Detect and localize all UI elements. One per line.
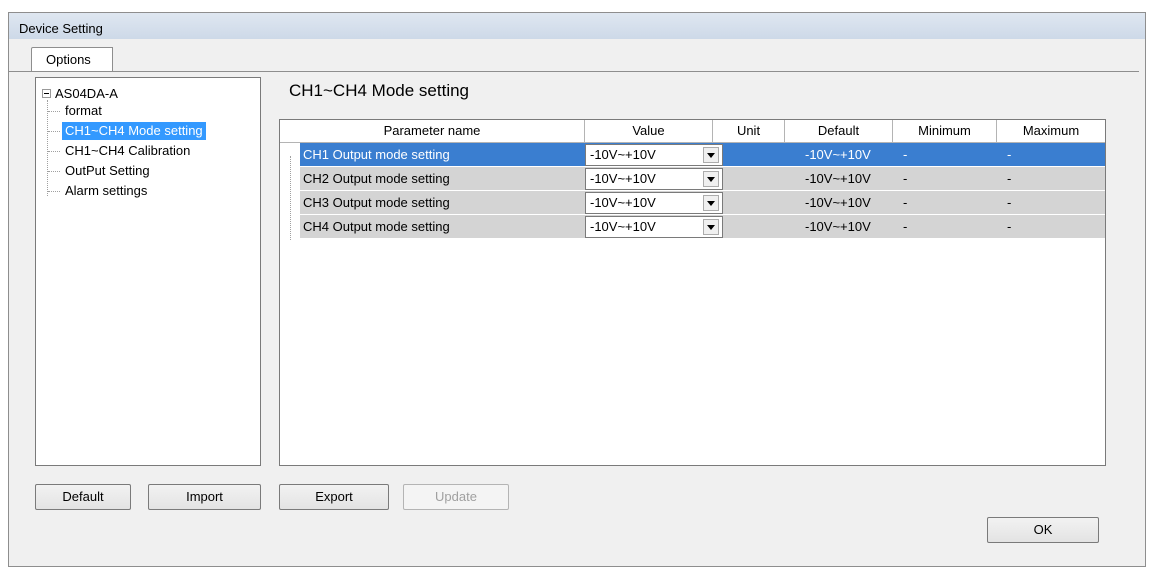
tree-root[interactable]: AS04DA-A <box>42 86 118 101</box>
value-text: -10V~+10V <box>590 147 656 162</box>
default-button[interactable]: Default <box>35 484 131 510</box>
table-row[interactable]: CH1 Output mode setting -10V~+10V -10V~+… <box>300 143 1105 167</box>
tree-item-label: format <box>65 103 102 118</box>
column-header-parameter-name[interactable]: Parameter name <box>280 120 585 142</box>
ok-button[interactable]: OK <box>987 517 1099 543</box>
chevron-down-icon[interactable] <box>703 147 719 163</box>
grid-header: Parameter name Value Unit Default Minimu… <box>280 120 1105 143</box>
tree-item-output-setting[interactable]: OutPut Setting <box>48 162 153 180</box>
default-cell: -10V~+10V <box>805 171 871 186</box>
chevron-down-icon[interactable] <box>703 171 719 187</box>
tree-item-calibration[interactable]: CH1~CH4 Calibration <box>47 142 193 160</box>
tree-item-label: CH1~CH4 Calibration <box>65 143 191 158</box>
tab-options-label: Options <box>46 52 91 67</box>
minimum-cell: - <box>903 147 908 162</box>
column-header-value[interactable]: Value <box>585 120 713 142</box>
value-dropdown[interactable]: -10V~+10V <box>585 168 723 190</box>
maximum-cell: - <box>1007 219 1012 234</box>
chevron-down-icon[interactable] <box>703 195 719 211</box>
export-button[interactable]: Export <box>279 484 389 510</box>
value-text: -10V~+10V <box>590 219 656 234</box>
minimum-cell: - <box>903 195 908 210</box>
column-header-minimum[interactable]: Minimum <box>893 120 997 142</box>
maximum-cell: - <box>1007 195 1012 210</box>
default-cell: -10V~+10V <box>805 195 871 210</box>
param-name-cell: CH1 Output mode setting <box>303 147 450 162</box>
table-row[interactable]: CH3 Output mode setting -10V~+10V -10V~+… <box>300 191 1105 215</box>
tree-item-label: CH1~CH4 Mode setting <box>65 123 203 138</box>
tree-item-label: OutPut Setting <box>65 163 150 178</box>
parameter-grid: Parameter name Value Unit Default Minimu… <box>279 119 1106 466</box>
default-cell: -10V~+10V <box>805 147 871 162</box>
import-button[interactable]: Import <box>148 484 261 510</box>
device-setting-window: Device Setting Options AS04DA-A format C… <box>8 12 1146 567</box>
tree-panel: AS04DA-A format CH1~CH4 Mode setting CH1… <box>35 77 261 466</box>
value-text: -10V~+10V <box>590 171 656 186</box>
maximum-cell: - <box>1007 171 1012 186</box>
tree-item-format[interactable]: format <box>48 102 105 120</box>
value-text: -10V~+10V <box>590 195 656 210</box>
collapse-icon[interactable] <box>42 89 51 98</box>
window-title: Device Setting <box>19 21 103 36</box>
value-dropdown[interactable]: -10V~+10V <box>585 144 723 166</box>
column-header-maximum[interactable]: Maximum <box>997 120 1105 142</box>
param-name-cell: CH4 Output mode setting <box>303 219 450 234</box>
table-row[interactable]: CH4 Output mode setting -10V~+10V -10V~+… <box>300 215 1105 239</box>
maximum-cell: - <box>1007 147 1012 162</box>
tree-root-label: AS04DA-A <box>55 86 118 101</box>
row-connector-line <box>290 156 291 240</box>
section-title: CH1~CH4 Mode setting <box>289 81 470 100</box>
tree-item-mode-setting[interactable]: CH1~CH4 Mode setting <box>48 122 206 140</box>
minimum-cell: - <box>903 219 908 234</box>
tab-options[interactable]: Options <box>31 47 113 71</box>
column-header-unit[interactable]: Unit <box>713 120 785 142</box>
table-row[interactable]: CH2 Output mode setting -10V~+10V -10V~+… <box>300 167 1105 191</box>
tree-connector-line <box>47 100 48 196</box>
chevron-down-icon[interactable] <box>703 219 719 235</box>
tree-item-alarm-settings[interactable]: Alarm settings <box>47 182 150 200</box>
tab-strip-line <box>9 71 1139 72</box>
value-dropdown[interactable]: -10V~+10V <box>585 216 723 238</box>
default-cell: -10V~+10V <box>805 219 871 234</box>
value-dropdown[interactable]: -10V~+10V <box>585 192 723 214</box>
tree-item-label: Alarm settings <box>65 183 148 198</box>
update-button[interactable]: Update <box>403 484 509 510</box>
param-name-cell: CH2 Output mode setting <box>303 171 450 186</box>
column-header-default[interactable]: Default <box>785 120 893 142</box>
title-bar: Device Setting <box>9 13 1145 39</box>
param-name-cell: CH3 Output mode setting <box>303 195 450 210</box>
minimum-cell: - <box>903 171 908 186</box>
